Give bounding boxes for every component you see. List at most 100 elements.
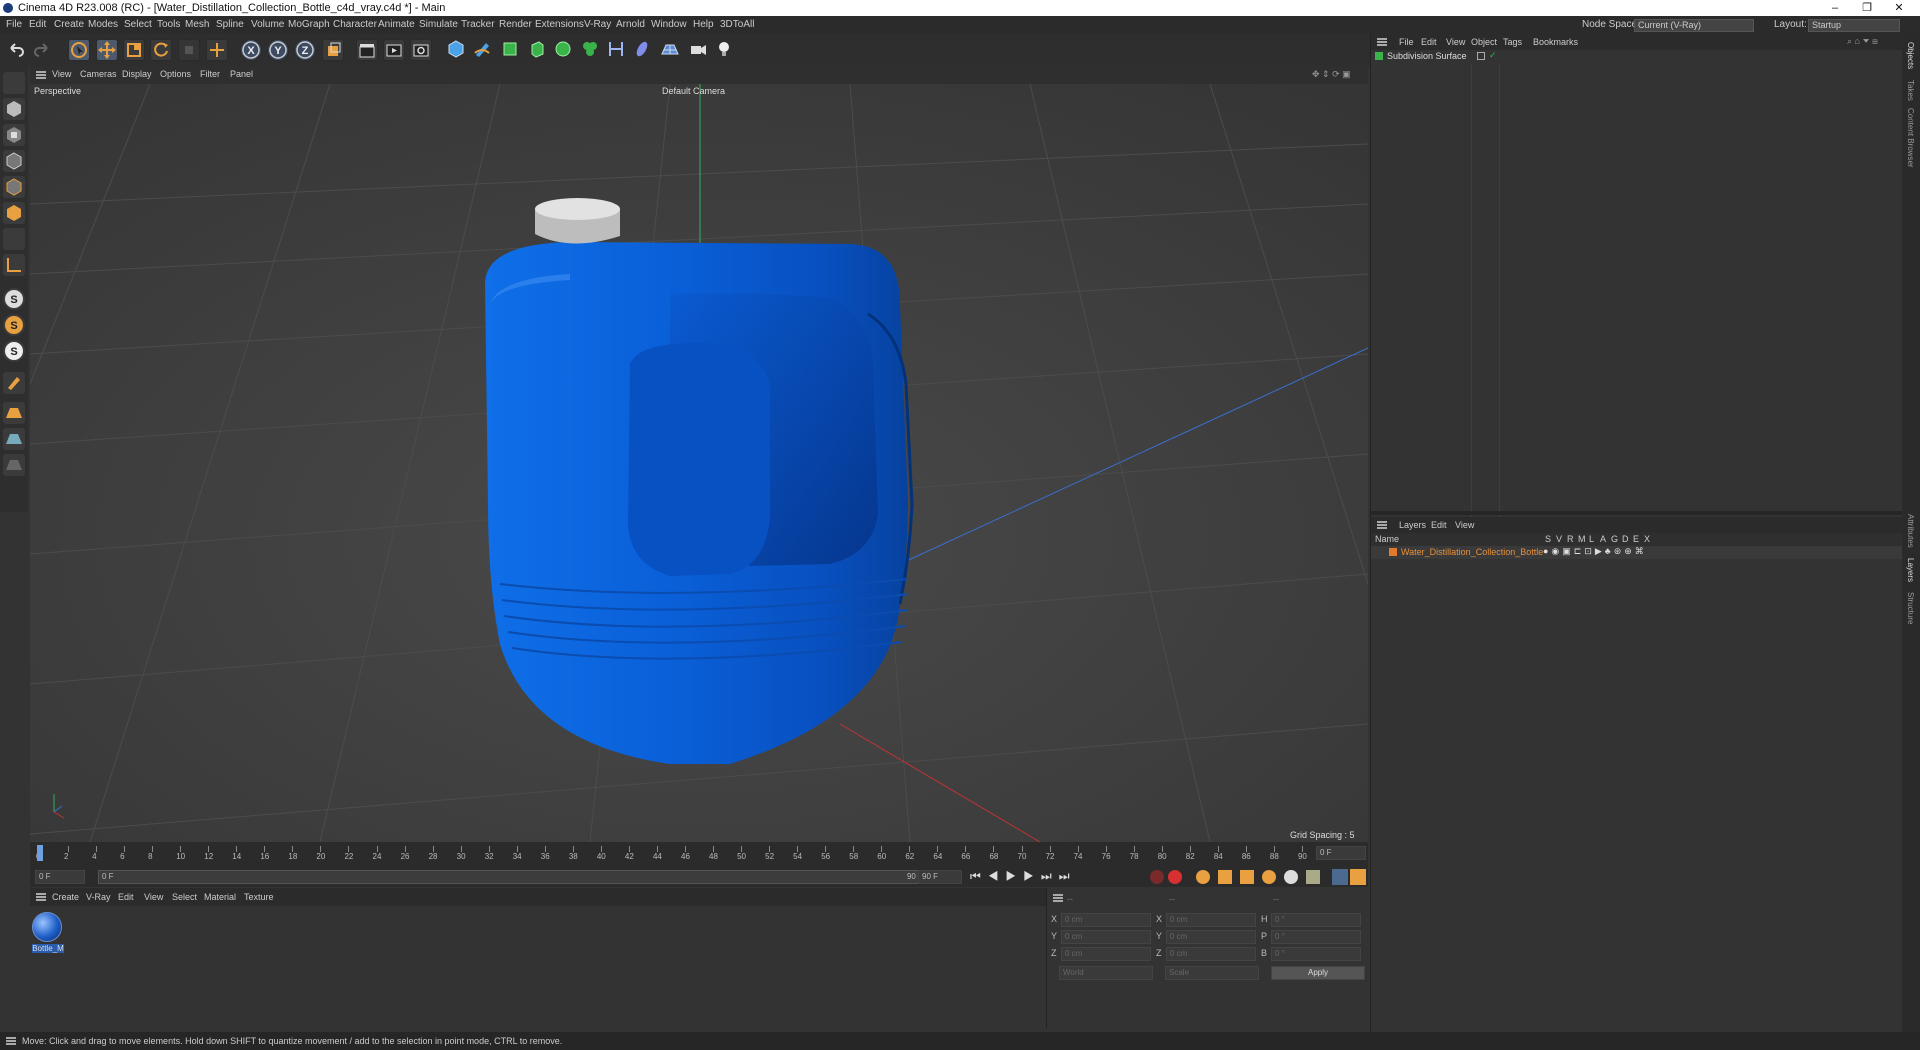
size-z-field[interactable]: 0 cm — [1166, 947, 1256, 961]
viewport-navigation-icons[interactable]: ✥ ⇕ ⟳ ▣ — [1312, 69, 1351, 80]
object-menu-file[interactable]: File — [1399, 37, 1414, 47]
timeline-playhead[interactable] — [37, 845, 43, 861]
render-settings-button[interactable] — [410, 39, 432, 61]
autokey-icon[interactable] — [1168, 870, 1182, 884]
status-menu-icon[interactable] — [6, 1037, 16, 1045]
menu-volume[interactable]: Volume — [251, 16, 284, 34]
layer-menu-layers[interactable]: Layers — [1399, 520, 1426, 530]
menu-file[interactable]: File — [6, 16, 22, 34]
material-menu-material[interactable]: Material — [204, 892, 236, 902]
undo-button[interactable] — [6, 39, 28, 61]
timeline-view-icon[interactable] — [1350, 869, 1366, 885]
enabled-check-icon[interactable]: ✓ — [1489, 50, 1497, 61]
playback-controls[interactable]: ⏮◀▶▶⏭⏭ — [970, 869, 1077, 884]
material-menu-edit[interactable]: Edit — [118, 892, 134, 902]
material-menu-create[interactable]: Create — [52, 892, 79, 902]
cloner-button[interactable] — [553, 39, 575, 61]
record-icon[interactable] — [1150, 870, 1164, 884]
motion-mode-icon[interactable] — [1332, 869, 1348, 885]
menu-3dtoall[interactable]: 3DToAll — [720, 16, 754, 34]
menu-mesh[interactable]: Mesh — [185, 16, 209, 34]
make-editable-button[interactable] — [3, 72, 25, 94]
object-menu-bookmarks[interactable]: Bookmarks — [1533, 37, 1578, 47]
bottle-cap[interactable] — [535, 198, 620, 244]
menu-tracker[interactable]: Tracker — [461, 16, 495, 34]
end-frame-field[interactable]: 90 F — [918, 870, 962, 884]
menu-animate[interactable]: Animate — [378, 16, 415, 34]
edges-mode-button[interactable] — [3, 176, 25, 198]
layer-menu-edit[interactable]: Edit — [1431, 520, 1447, 530]
camera-button[interactable] — [688, 39, 710, 61]
scale-tool-button[interactable] — [123, 39, 145, 61]
keyframe-icon[interactable] — [1196, 870, 1210, 884]
restore-button[interactable]: ❐ — [1852, 0, 1882, 16]
locked-workplane-button[interactable] — [3, 428, 25, 450]
tab-objects[interactable]: Objects — [1906, 42, 1915, 69]
material-menu-texture[interactable]: Texture — [244, 892, 274, 902]
cube-object-button[interactable] — [446, 39, 468, 61]
menu-help[interactable]: Help — [693, 16, 714, 34]
rotation-h-field[interactable]: 0 ° — [1271, 913, 1361, 927]
layer-flag-icons[interactable]: ●◉▣⊏⊡▶♣⊛⊕⌘ — [1543, 546, 1647, 557]
bottle-model[interactable] — [485, 242, 914, 764]
material-swatch[interactable]: Bottle_M — [32, 912, 64, 954]
grid-toggle-button[interactable] — [3, 402, 25, 424]
coordinate-mode-select[interactable]: Scale — [1165, 966, 1259, 980]
tab-structure[interactable]: Structure — [1906, 592, 1915, 624]
object-search-icons[interactable]: ⌕ ⌂ ⏷ ⊞ — [1847, 36, 1878, 47]
move-tool-button[interactable] — [96, 39, 118, 61]
object-menu-icon[interactable] — [1377, 38, 1387, 46]
key-position-icon[interactable] — [1218, 870, 1232, 884]
layer-menu-view[interactable]: View — [1455, 520, 1474, 530]
light-button[interactable] — [714, 39, 736, 61]
viewport-menu-panel[interactable]: Panel — [230, 69, 253, 79]
render-view-button[interactable] — [383, 39, 405, 61]
viewport-menu-display[interactable]: Display — [122, 69, 152, 79]
extrude-button[interactable] — [527, 39, 549, 61]
coordinate-system-button[interactable] — [322, 39, 344, 61]
camera-label[interactable]: Default Camera — [662, 86, 725, 96]
menu-modes[interactable]: Modes — [88, 16, 118, 34]
layer-name[interactable]: Water_Distillation_Collection_Bottle — [1401, 547, 1543, 557]
minimize-button[interactable]: – — [1820, 0, 1850, 16]
material-menu-view[interactable]: View — [144, 892, 163, 902]
layer-menu-icon[interactable] — [1377, 521, 1387, 529]
environment-button[interactable] — [660, 39, 682, 61]
deformer-button[interactable] — [606, 39, 628, 61]
snap-button[interactable]: S — [3, 288, 25, 310]
current-frame-field[interactable]: 0 F — [1316, 846, 1366, 860]
planar-workplane-button[interactable] — [3, 454, 25, 476]
render-region-button[interactable] — [356, 39, 378, 61]
tab-layers[interactable]: Layers — [1906, 558, 1915, 582]
position-x-field[interactable]: 0 cm — [1061, 913, 1151, 927]
coordinates-menu-icon[interactable] — [1053, 894, 1063, 902]
subdivision-button[interactable] — [500, 39, 522, 61]
material-menu-select[interactable]: Select — [172, 892, 197, 902]
paint-button[interactable] — [3, 372, 25, 394]
points-mode-button[interactable] — [3, 150, 25, 172]
x-axis-toggle[interactable]: X — [240, 39, 262, 61]
object-menu-edit[interactable]: Edit — [1421, 37, 1437, 47]
node-space-select[interactable]: Current (V-Ray) — [1634, 19, 1754, 32]
material-menu-icon[interactable] — [36, 893, 46, 901]
menu-create[interactable]: Create — [54, 16, 84, 34]
viewport-menu-cameras[interactable]: Cameras — [80, 69, 117, 79]
y-axis-toggle[interactable]: Y — [267, 39, 289, 61]
rotate-tool-button[interactable] — [150, 39, 172, 61]
rotation-p-field[interactable]: 0 ° — [1271, 930, 1361, 944]
redo-button[interactable] — [32, 39, 54, 61]
pen-spline-button[interactable] — [472, 39, 494, 61]
close-button[interactable]: ✕ — [1884, 0, 1914, 16]
menu-mograph[interactable]: MoGraph — [288, 16, 330, 34]
object-menu-tags[interactable]: Tags — [1503, 37, 1522, 47]
object-name[interactable]: Subdivision Surface — [1387, 51, 1467, 61]
viewport-menu-icon[interactable] — [36, 71, 46, 79]
menu-select[interactable]: Select — [124, 16, 152, 34]
layer-color-swatch[interactable] — [1389, 548, 1397, 556]
menu-render[interactable]: Render — [499, 16, 532, 34]
tab-attributes[interactable]: Attributes — [1906, 514, 1915, 548]
key-pla-icon[interactable] — [1306, 870, 1320, 884]
key-param-icon[interactable] — [1284, 870, 1298, 884]
solo-button[interactable]: S — [3, 314, 25, 336]
position-z-field[interactable]: 0 cm — [1061, 947, 1151, 961]
